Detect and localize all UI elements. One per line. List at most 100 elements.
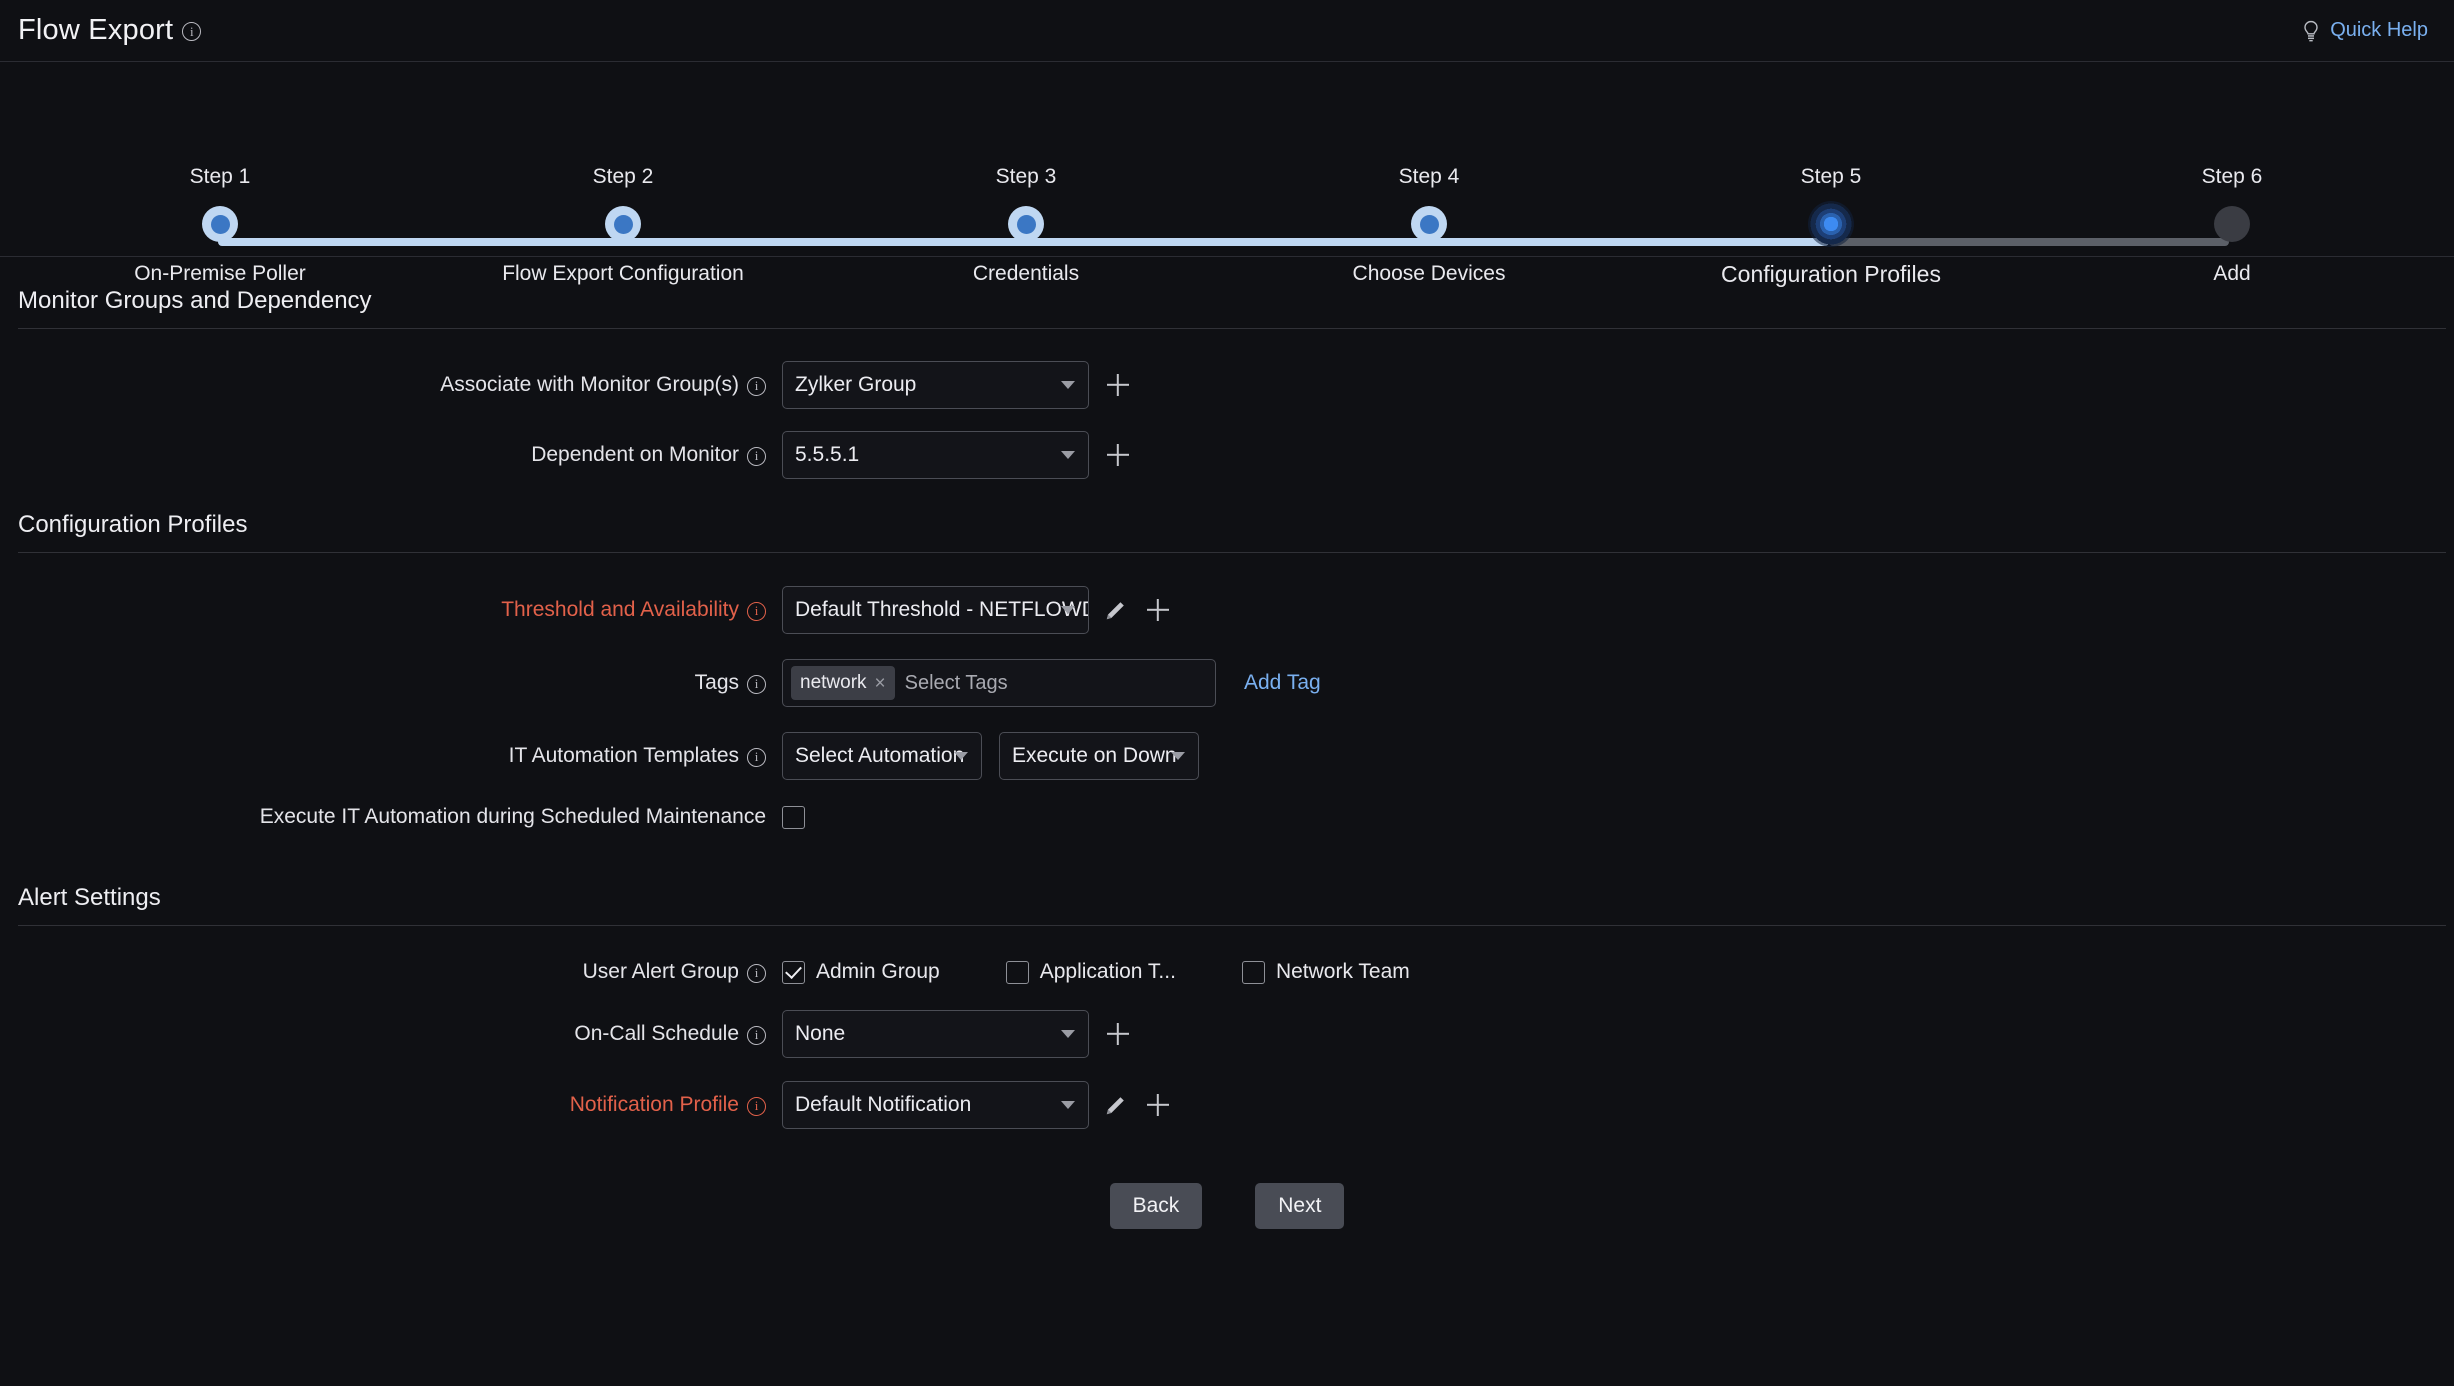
it-automation-templates-info-icon[interactable] xyxy=(747,747,766,767)
stepper-step-3[interactable]: Step 3 Credentials xyxy=(846,166,1206,285)
edit-threshold-pencil-icon[interactable] xyxy=(1103,597,1129,623)
oncall-schedule-label: On-Call Schedule xyxy=(574,1022,739,1045)
execute-maintenance-checkbox[interactable] xyxy=(782,805,805,829)
row-notification-profile: Notification Profile Default Notificatio… xyxy=(0,1081,2454,1129)
user-alert-group-info-icon[interactable] xyxy=(747,963,766,983)
admin-group-label: Admin Group xyxy=(816,960,940,983)
next-button[interactable]: Next xyxy=(1255,1183,1345,1229)
dependent-on-monitor-label: Dependent on Monitor xyxy=(531,443,739,466)
row-label: Threshold and Availability xyxy=(0,598,782,622)
threshold-availability-label: Threshold and Availability xyxy=(501,598,739,621)
section-monitor-groups: Monitor Groups and Dependency Associate … xyxy=(0,257,2454,479)
automation-trigger-dropdown[interactable]: Execute on Down xyxy=(999,732,1199,780)
select-automation-value: Select Automation xyxy=(795,744,965,767)
wizard-footer: Back Next xyxy=(0,1183,2454,1229)
row-field: Admin Group Application T... Network Tea… xyxy=(782,960,1410,984)
tags-input[interactable]: network × Select Tags xyxy=(782,659,1216,707)
threshold-availability-select[interactable]: Default Threshold - NETFLOWDEVICE xyxy=(782,586,1089,634)
associate-monitor-group-info-icon[interactable] xyxy=(747,376,766,396)
step-label: Add xyxy=(2213,262,2251,285)
stepper-step-5[interactable]: Step 5 Configuration Profiles xyxy=(1651,166,2011,287)
application-team-checkbox[interactable] xyxy=(1005,960,1029,984)
chevron-down-icon xyxy=(1061,606,1075,614)
step-label: Flow Export Configuration xyxy=(502,262,744,285)
select-automation-dropdown[interactable]: Select Automation xyxy=(782,732,982,780)
oncall-schedule-value: None xyxy=(795,1022,846,1045)
stepper-step-1[interactable]: Step 1 On-Premise Poller xyxy=(40,166,400,285)
add-notification-profile-button[interactable] xyxy=(1141,1088,1175,1122)
remove-tag-icon[interactable]: × xyxy=(875,674,886,693)
add-tag-link[interactable]: Add Tag xyxy=(1244,671,1321,695)
step-dot-completed xyxy=(1411,206,1447,242)
user-alert-group-label: User Alert Group xyxy=(582,960,739,983)
edit-notification-pencil-icon[interactable] xyxy=(1103,1092,1129,1118)
stepper-step-2[interactable]: Step 2 Flow Export Configuration xyxy=(443,166,803,285)
tag-chip[interactable]: network × xyxy=(791,666,895,700)
chevron-down-icon xyxy=(954,752,968,760)
step-number: Step 6 xyxy=(2201,165,2263,188)
add-threshold-button[interactable] xyxy=(1141,593,1175,627)
user-alert-group-option[interactable]: Admin Group xyxy=(782,960,940,984)
user-alert-group-option[interactable]: Network Team xyxy=(1241,960,1410,984)
dependent-on-monitor-select[interactable]: 5.5.5.1 xyxy=(782,431,1089,479)
chevron-down-icon xyxy=(1061,1030,1075,1038)
section-alert-settings: Alert Settings User Alert Group Admin Gr… xyxy=(0,829,2454,1129)
network-team-label: Network Team xyxy=(1275,960,1410,983)
step-label: Choose Devices xyxy=(1352,262,1506,285)
add-oncall-schedule-button[interactable] xyxy=(1101,1017,1135,1051)
associate-monitor-group-value: Zylker Group xyxy=(795,373,917,396)
tags-placeholder: Select Tags xyxy=(904,671,1008,694)
row-label: IT Automation Templates xyxy=(0,744,782,768)
step-dot-cell xyxy=(1651,201,2011,247)
dependent-on-monitor-info-icon[interactable] xyxy=(747,446,766,466)
row-label: Associate with Monitor Group(s) xyxy=(0,373,782,397)
user-alert-group-option[interactable]: Application T... xyxy=(1005,960,1176,984)
page-title-wrap: Flow Export xyxy=(18,14,202,47)
back-button[interactable]: Back xyxy=(1109,1183,1203,1229)
chevron-down-icon xyxy=(1171,752,1185,760)
row-field xyxy=(782,805,805,829)
row-execute-during-maintenance: Execute IT Automation during Scheduled M… xyxy=(0,805,2454,829)
notification-profile-select[interactable]: Default Notification xyxy=(782,1081,1089,1129)
application-team-label: Application T... xyxy=(1039,960,1176,983)
step-dot-cell xyxy=(1249,201,1609,247)
quick-help-button[interactable]: Quick Help xyxy=(2301,19,2428,42)
threshold-availability-value: Default Threshold - NETFLOWDEVICE xyxy=(795,598,1088,621)
add-monitor-group-button[interactable] xyxy=(1101,368,1135,402)
stepper-step-6[interactable]: Step 6 Add xyxy=(2052,166,2412,285)
step-label: Credentials xyxy=(972,262,1080,285)
row-dependent-on-monitor: Dependent on Monitor 5.5.5.1 xyxy=(0,431,2454,479)
associate-monitor-group-select[interactable]: Zylker Group xyxy=(782,361,1089,409)
oncall-schedule-info-icon[interactable] xyxy=(747,1025,766,1045)
section-configuration-profiles: Configuration Profiles Threshold and Ava… xyxy=(0,479,2454,829)
form-content: Monitor Groups and Dependency Associate … xyxy=(0,257,2454,1229)
step-dot-cell xyxy=(2052,201,2412,247)
section-title: Configuration Profiles xyxy=(18,511,248,538)
automation-trigger-value: Execute on Down xyxy=(1012,744,1177,767)
lightbulb-icon xyxy=(2304,20,2318,41)
row-label: User Alert Group xyxy=(0,960,782,984)
notification-profile-info-icon[interactable] xyxy=(747,1096,766,1116)
network-team-checkbox[interactable] xyxy=(1241,960,1265,984)
row-field: Select Automation Execute on Down xyxy=(782,732,1199,780)
add-dependent-monitor-button[interactable] xyxy=(1101,438,1135,472)
section-divider xyxy=(18,552,2446,553)
stepper-step-4[interactable]: Step 4 Choose Devices xyxy=(1249,166,1609,285)
page-title-info-icon[interactable] xyxy=(182,22,202,41)
top-bar: Flow Export Quick Help xyxy=(0,0,2454,62)
oncall-schedule-select[interactable]: None xyxy=(782,1010,1089,1058)
admin-group-checkbox[interactable] xyxy=(782,960,805,984)
step-dot-cell xyxy=(846,201,1206,247)
row-label: On-Call Schedule xyxy=(0,1022,782,1046)
step-label: Configuration Profiles xyxy=(1721,261,1941,287)
step-label: On-Premise Poller xyxy=(134,262,306,285)
threshold-availability-info-icon[interactable] xyxy=(747,601,766,621)
step-dot-cell xyxy=(40,201,400,247)
section-title: Monitor Groups and Dependency xyxy=(18,287,372,314)
stepper-steps: Step 1 On-Premise Poller Step 2 Flow Exp… xyxy=(0,62,2454,287)
step-number: Step 1 xyxy=(189,165,251,188)
section-divider xyxy=(18,328,2446,329)
tag-chip-label: network xyxy=(800,672,867,693)
tags-info-icon[interactable] xyxy=(747,674,766,694)
notification-profile-value: Default Notification xyxy=(795,1093,972,1116)
